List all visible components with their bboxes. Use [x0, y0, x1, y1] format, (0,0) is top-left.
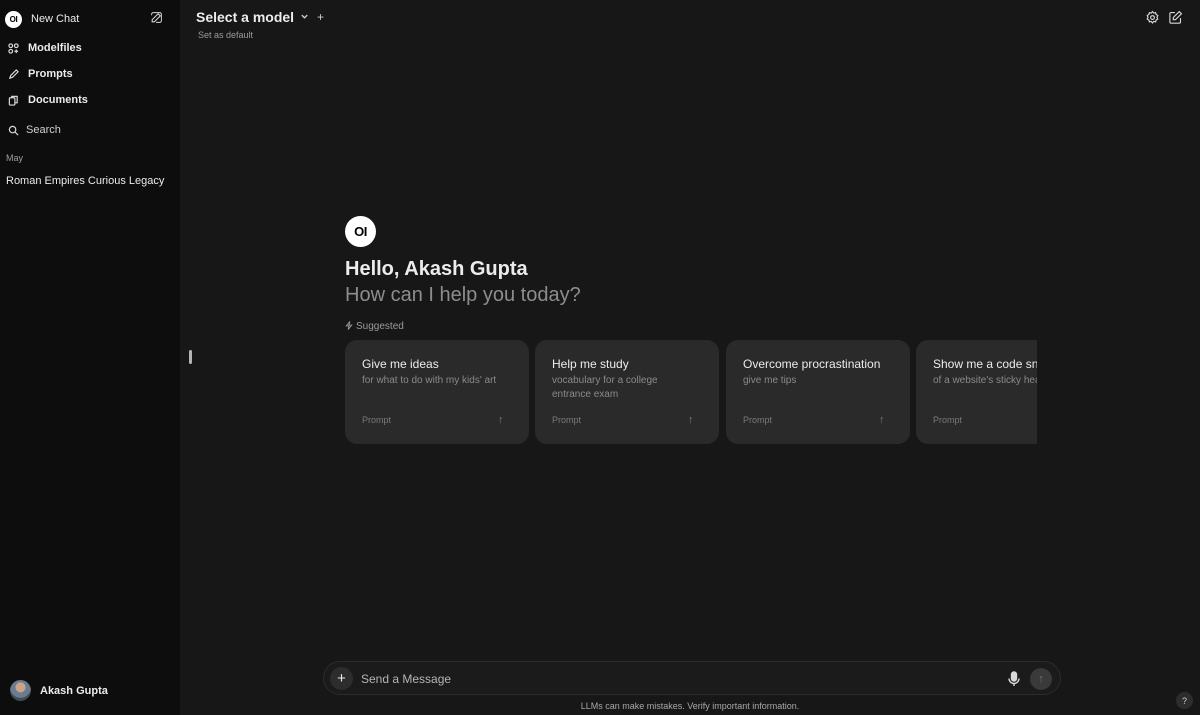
sidebar-item-modelfiles[interactable]: Modelfiles	[6, 38, 174, 58]
arrow-up-icon: ↑	[498, 414, 504, 426]
chat-history-item[interactable]: Roman Empires Curious Legacy	[6, 175, 164, 187]
search-icon	[6, 123, 20, 137]
message-composer: + Send a Message ↑	[323, 661, 1061, 695]
sidebar-item-label: Documents	[28, 94, 88, 106]
new-chat-label: New Chat	[31, 13, 80, 25]
card-tag: Prompt	[743, 415, 773, 425]
card-subtitle: vocabulary for a college entrance exam	[552, 375, 658, 400]
microphone-icon[interactable]	[1007, 671, 1021, 687]
card-subtitle: of a website's sticky header	[933, 375, 1037, 386]
message-input[interactable]: Send a Message	[361, 672, 451, 686]
chat-group-heading: May	[6, 153, 24, 163]
pencil-icon	[6, 67, 20, 81]
card-subtitle: give me tips	[743, 375, 797, 386]
card-title: Overcome procrastination	[743, 357, 881, 371]
suggestion-card[interactable]: Show me a code snippet of a website's st…	[916, 340, 1037, 444]
card-title: Give me ideas	[362, 357, 439, 371]
card-tag: Prompt	[552, 415, 582, 425]
card-subtitle: for what to do with my kids' art	[362, 375, 497, 386]
compose-icon[interactable]	[150, 11, 163, 24]
sidebar-item-label: Prompts	[28, 68, 73, 80]
arrow-up-icon: ↑	[879, 414, 885, 426]
avatar	[10, 680, 31, 701]
sidebar-item-documents[interactable]: Documents	[6, 90, 174, 110]
suggested-heading: Suggested	[345, 321, 404, 332]
sidebar-search[interactable]: Search	[6, 120, 174, 140]
card-title: Help me study	[552, 357, 629, 371]
suggested-label: Suggested	[356, 321, 404, 332]
greeting-title: Hello, Akash Gupta	[345, 258, 528, 280]
search-label: Search	[26, 124, 61, 136]
send-button[interactable]: ↑	[1030, 668, 1052, 690]
compose-icon[interactable]	[1168, 10, 1183, 25]
suggestion-card[interactable]: Give me ideas for what to do with my kid…	[345, 340, 529, 444]
documents-icon	[6, 93, 20, 107]
user-menu[interactable]: Akash Gupta	[10, 680, 108, 701]
arrow-up-icon: ↑	[688, 414, 694, 426]
sidebar-item-label: Modelfiles	[28, 42, 82, 54]
sidebar-item-prompts[interactable]: Prompts	[6, 64, 174, 84]
suggestion-card[interactable]: Overcome procrastination give me tips Pr…	[726, 340, 910, 444]
logo-icon: OI	[5, 10, 22, 28]
open-webui-logo: OI	[345, 216, 376, 247]
model-selector-label: Select a model	[196, 9, 295, 25]
user-name: Akash Gupta	[40, 684, 108, 697]
settings-icon[interactable]	[1145, 10, 1160, 25]
card-tag: Prompt	[362, 415, 392, 425]
sidebar: OI New Chat Modelfiles Prompts Documents	[0, 0, 180, 715]
suggestion-cards: Give me ideas for what to do with my kid…	[345, 340, 1037, 444]
sidebar-collapse-handle[interactable]	[189, 350, 192, 364]
set-default-link[interactable]: Set as default	[198, 30, 253, 40]
suggestion-card[interactable]: Help me study vocabulary for a college e…	[535, 340, 719, 444]
attach-button[interactable]: +	[330, 667, 353, 690]
add-model-button[interactable]: +	[317, 10, 324, 24]
disclaimer-text: LLMs can make mistakes. Verify important…	[580, 701, 800, 711]
modelfiles-icon	[6, 41, 20, 55]
bolt-icon	[345, 321, 353, 332]
card-tag: Prompt	[933, 415, 963, 425]
card-title: Show me a code snippet	[933, 357, 1037, 371]
chevron-down-icon	[300, 12, 309, 23]
help-button[interactable]: ?	[1176, 692, 1193, 709]
greeting-subtitle: How can I help you today?	[345, 284, 581, 306]
new-chat-button[interactable]: OI New Chat	[5, 8, 171, 30]
model-selector[interactable]: Select a model +	[196, 9, 324, 25]
